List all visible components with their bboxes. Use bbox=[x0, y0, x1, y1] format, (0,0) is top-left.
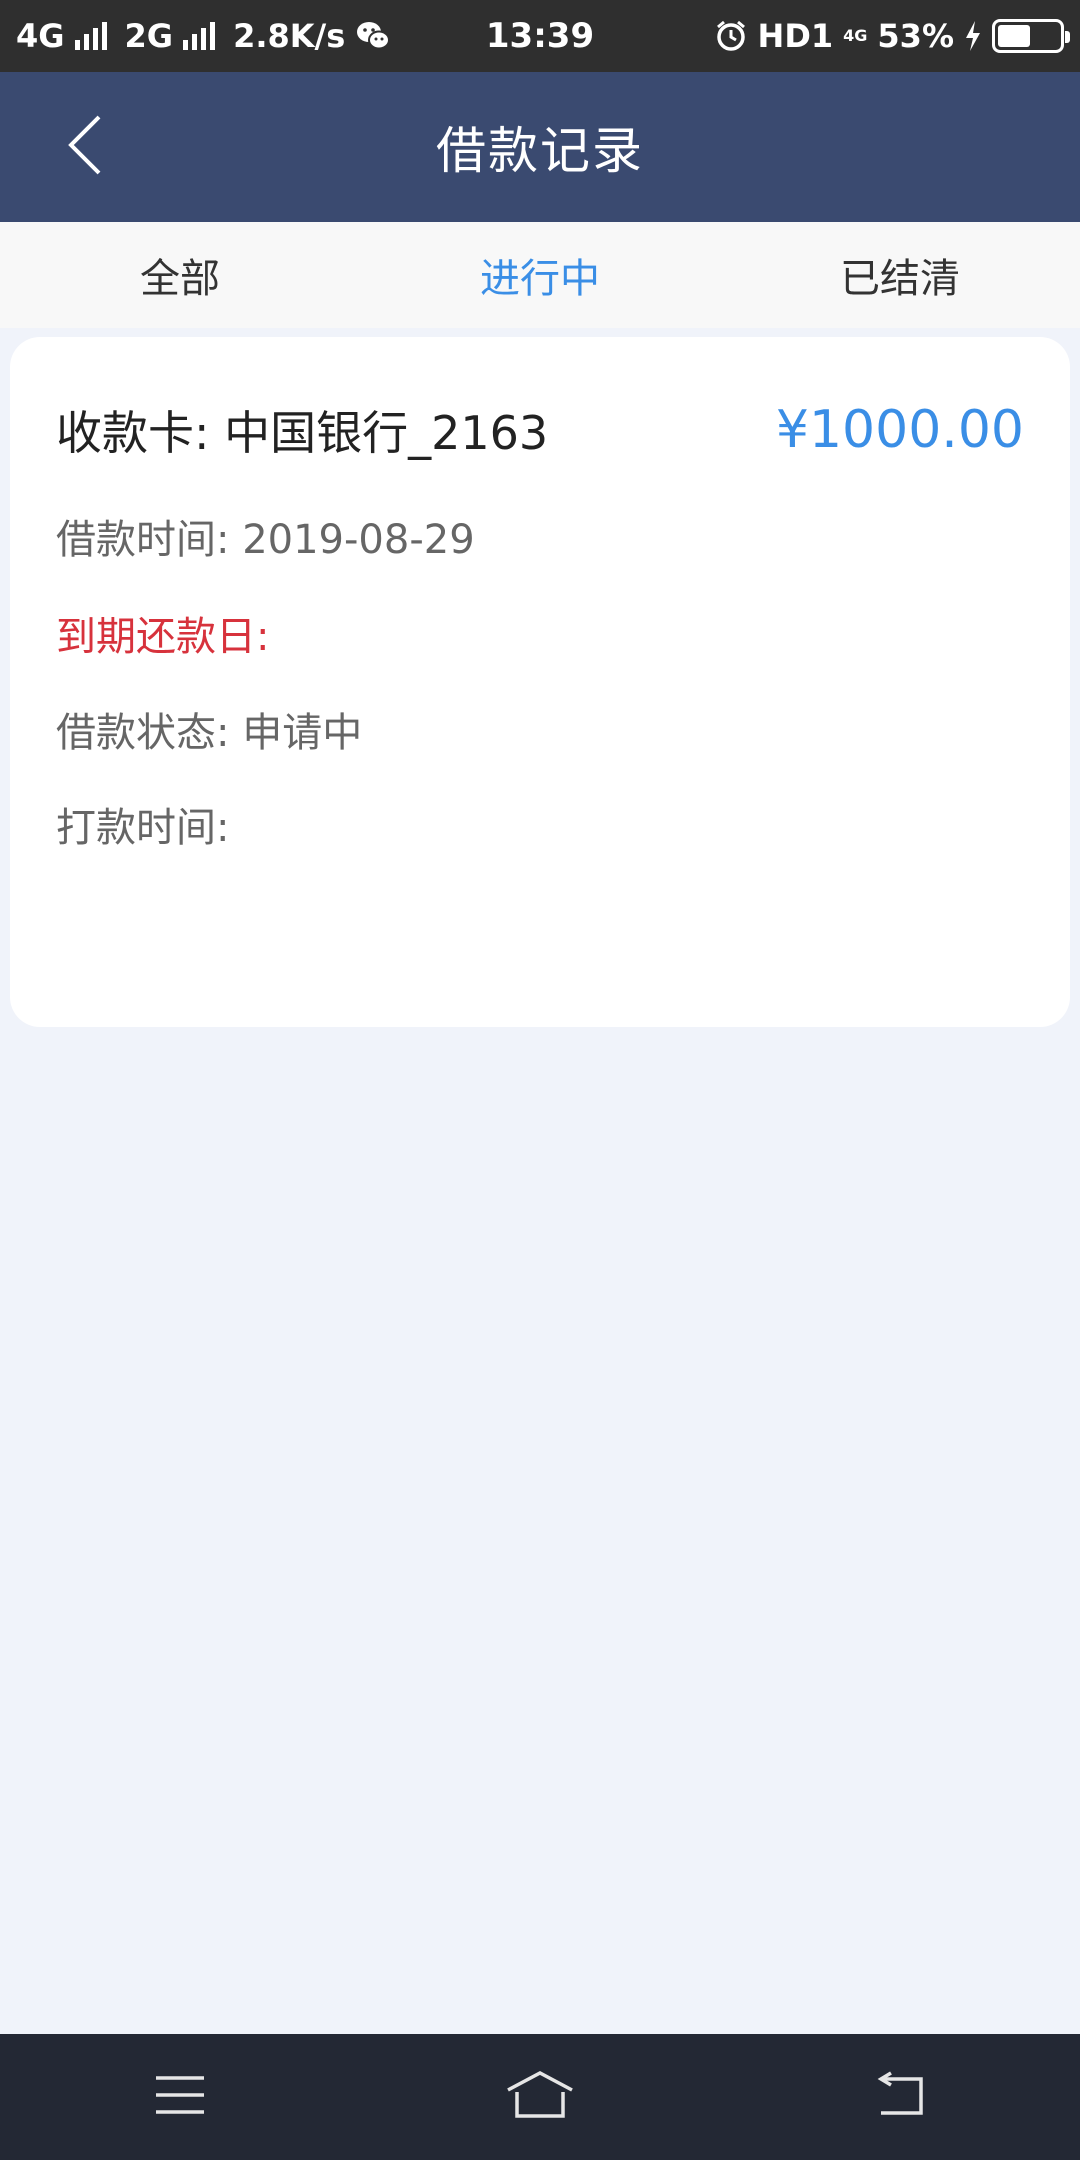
loan-record-card[interactable]: 收款卡: 中国银行_2163 ¥1000.00 借款时间: 2019-08-29… bbox=[10, 337, 1070, 1027]
status-right: HD1 4G 53% bbox=[714, 17, 1070, 55]
battery-icon bbox=[992, 19, 1070, 53]
system-nav-bar bbox=[0, 2034, 1080, 2160]
battery-percent: 53% bbox=[877, 17, 954, 55]
battery-level bbox=[998, 25, 1030, 47]
menu-icon bbox=[154, 2074, 206, 2120]
due-date: 到期还款日: bbox=[56, 614, 270, 660]
tab-all[interactable]: 全部 bbox=[0, 222, 360, 328]
loan-time: 借款时间: 2019-08-29 bbox=[56, 517, 475, 563]
back-icon bbox=[873, 2071, 927, 2123]
signal-icon bbox=[74, 22, 107, 50]
hd-label: HD1 bbox=[757, 17, 834, 55]
signal-icon bbox=[183, 22, 216, 50]
payment-time: 打款时间: bbox=[56, 805, 230, 851]
loan-amount: ¥1000.00 bbox=[775, 400, 1024, 460]
network-mini-label: 4G bbox=[843, 26, 868, 45]
loan-status: 借款状态: 申请中 bbox=[56, 710, 363, 756]
status-bar: 4G 2G 2.8K/s 13:39 HD1 4G 53% bbox=[0, 0, 1080, 72]
app-header: 借款记录 bbox=[0, 72, 1080, 222]
card-header: 收款卡: 中国银行_2163 ¥1000.00 bbox=[56, 397, 1024, 463]
back-nav-button[interactable] bbox=[840, 2057, 960, 2137]
tab-settled[interactable]: 已结清 bbox=[720, 222, 1080, 328]
network-speed: 2.8K/s bbox=[233, 17, 346, 55]
home-icon bbox=[504, 2070, 576, 2124]
alarm-icon bbox=[714, 19, 748, 53]
home-button[interactable] bbox=[480, 2057, 600, 2137]
back-button[interactable] bbox=[50, 112, 120, 182]
menu-button[interactable] bbox=[120, 2057, 240, 2137]
status-left: 4G 2G 2.8K/s bbox=[16, 17, 714, 55]
network-label-1: 4G bbox=[16, 17, 65, 55]
charging-icon bbox=[964, 21, 982, 51]
tab-in-progress[interactable]: 进行中 bbox=[360, 222, 720, 328]
wechat-icon bbox=[355, 20, 391, 52]
chevron-left-icon bbox=[65, 113, 105, 181]
network-label-2: 2G bbox=[124, 17, 174, 55]
page-title: 借款记录 bbox=[436, 122, 644, 180]
tab-bar: 全部 进行中 已结清 bbox=[0, 222, 1080, 328]
receiving-card-label: 收款卡: 中国银行_2163 bbox=[56, 406, 549, 460]
